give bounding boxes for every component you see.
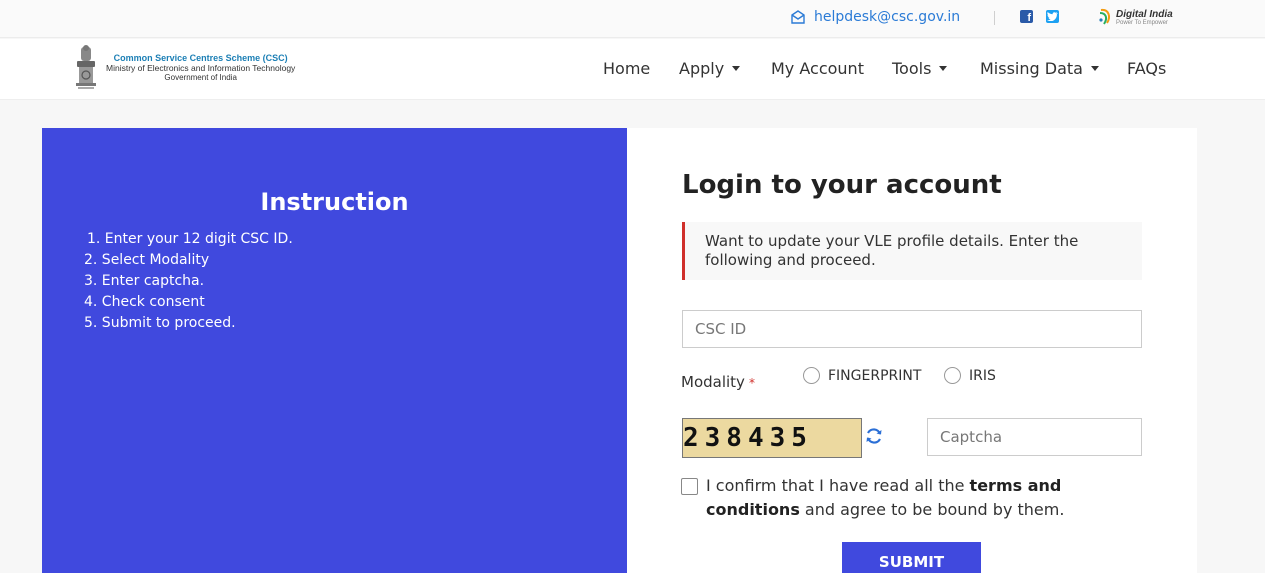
captcha-image: 238435 bbox=[682, 418, 862, 458]
top-bar: helpdesk@csc.gov.in Digital India Power … bbox=[0, 0, 1265, 38]
digital-india-mark-icon bbox=[1099, 8, 1110, 25]
modality-label: Modality * bbox=[681, 373, 755, 391]
nav-missing-data-label: Missing Data bbox=[980, 59, 1083, 78]
instruction-step: 3. Enter captcha. bbox=[84, 273, 205, 289]
facebook-icon[interactable] bbox=[1020, 10, 1033, 24]
nav-tools[interactable]: Tools bbox=[892, 59, 948, 78]
nav-missing-data[interactable]: Missing Data bbox=[980, 59, 1099, 78]
modality-label-text: Modality bbox=[681, 373, 745, 391]
modality-fingerprint-label: FINGERPRINT bbox=[828, 367, 922, 384]
login-title: Login to your account bbox=[682, 170, 1002, 200]
consent-checkbox[interactable] bbox=[681, 478, 698, 495]
captcha-input[interactable] bbox=[927, 418, 1142, 456]
consent-suffix: and agree to be bound by them. bbox=[799, 500, 1065, 519]
chevron-down-icon bbox=[939, 66, 948, 71]
helpdesk-email[interactable]: helpdesk@csc.gov.in bbox=[814, 9, 960, 25]
modality-iris-radio[interactable]: IRIS bbox=[944, 367, 996, 384]
required-marker: * bbox=[748, 376, 755, 390]
chevron-down-icon bbox=[732, 66, 741, 71]
nav-faqs[interactable]: FAQs bbox=[1127, 59, 1166, 78]
csc-id-input[interactable] bbox=[682, 310, 1142, 348]
digital-india-title: Digital India bbox=[1116, 8, 1173, 20]
consent-text: I confirm that I have read all the terms… bbox=[706, 474, 1151, 522]
radio-circle[interactable] bbox=[944, 367, 961, 384]
chevron-down-icon bbox=[1090, 66, 1099, 71]
modality-iris-label: IRIS bbox=[969, 367, 996, 384]
radio-circle[interactable] bbox=[803, 367, 820, 384]
instruction-title: Instruction bbox=[260, 188, 409, 216]
instruction-panel: Instruction 1. Enter your 12 digit CSC I… bbox=[42, 128, 627, 573]
twitter-icon[interactable] bbox=[1046, 10, 1059, 23]
mail-icon bbox=[791, 10, 805, 24]
digital-india-tagline: Power To Empower bbox=[1116, 19, 1168, 26]
instruction-step: 2. Select Modality bbox=[84, 252, 210, 268]
submit-button[interactable]: SUBMIT bbox=[842, 542, 981, 573]
instruction-step: 5. Submit to proceed. bbox=[84, 315, 236, 331]
nav-my-account[interactable]: My Account bbox=[771, 59, 864, 78]
refresh-captcha-icon[interactable] bbox=[864, 426, 884, 446]
nav-tools-label: Tools bbox=[892, 59, 932, 78]
nav-home[interactable]: Home bbox=[603, 59, 650, 78]
nav-apply-label: Apply bbox=[679, 59, 725, 78]
digital-india-logo[interactable]: Digital India Power To Empower bbox=[1098, 8, 1173, 26]
helpdesk-email-link[interactable]: helpdesk@csc.gov.in bbox=[790, 9, 960, 25]
captcha-text: 238435 bbox=[683, 423, 813, 453]
consent-prefix: I confirm that I have read all the bbox=[706, 476, 970, 495]
consent-checkbox-row[interactable]: I confirm that I have read all the terms… bbox=[681, 474, 1151, 522]
site-header: Common Service Centres Scheme (CSC) Mini… bbox=[0, 39, 1265, 100]
login-panel: Login to your account Want to update you… bbox=[627, 128, 1197, 573]
instruction-steps: 1. Enter your 12 digit CSC ID. 2. Select… bbox=[84, 229, 293, 334]
main-nav: Home Apply My Account Tools Missing Data… bbox=[0, 59, 1265, 81]
nav-apply[interactable]: Apply bbox=[679, 59, 741, 78]
profile-update-notice: Want to update your VLE profile details.… bbox=[682, 222, 1142, 280]
modality-fingerprint-radio[interactable]: FINGERPRINT bbox=[803, 367, 921, 384]
divider bbox=[994, 11, 995, 25]
instruction-step: 4. Check consent bbox=[84, 294, 205, 310]
instruction-step: 1. Enter your 12 digit CSC ID. bbox=[87, 231, 293, 247]
